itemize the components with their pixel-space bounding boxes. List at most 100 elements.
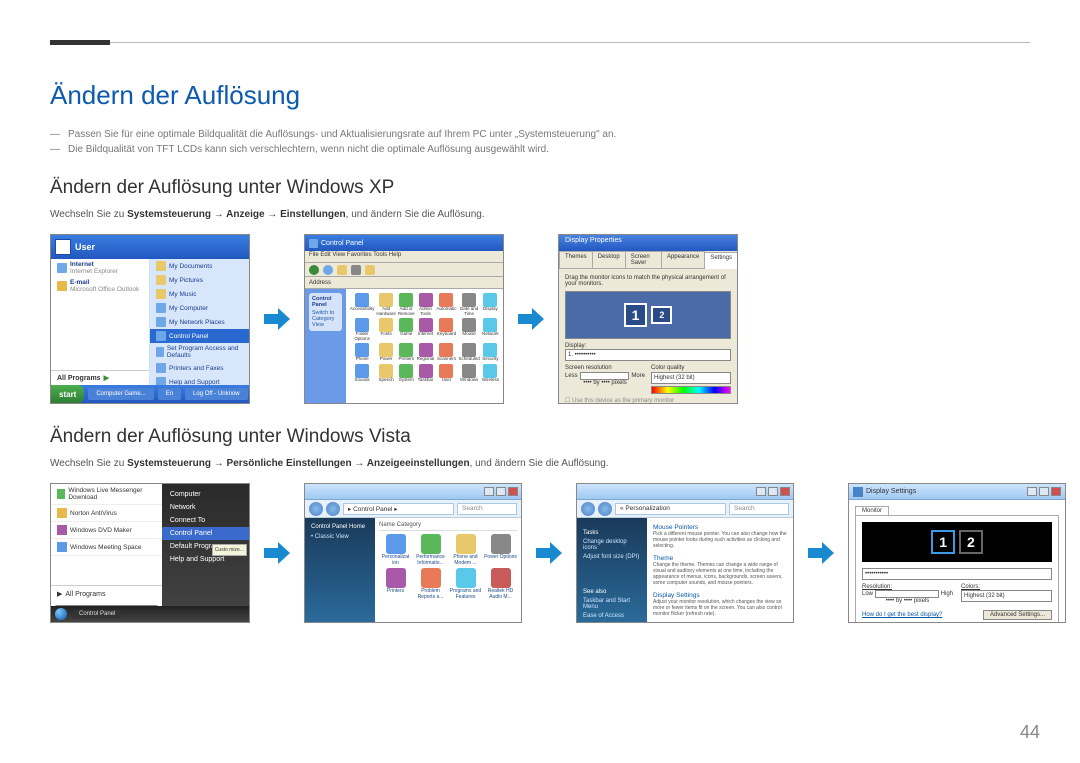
start-item[interactable]: Windows DVD Maker xyxy=(51,522,162,539)
close-button[interactable] xyxy=(1051,487,1061,496)
control-panel-item[interactable]: Add or Remove xyxy=(398,293,415,316)
all-programs[interactable]: All Programs ▶ xyxy=(51,370,149,385)
sidebar-link[interactable]: • Classic View xyxy=(311,534,369,540)
start-item[interactable]: Connect To xyxy=(162,514,249,527)
control-panel-item[interactable]: Scanners xyxy=(436,343,456,362)
advanced-button[interactable]: Advanced Settings... xyxy=(983,610,1052,620)
control-panel-item[interactable]: Scheduled xyxy=(458,343,479,362)
maximize-button[interactable] xyxy=(496,487,506,496)
start-button[interactable] xyxy=(55,608,67,620)
all-programs[interactable]: ▶All Programs xyxy=(51,585,162,602)
link-display-settings[interactable]: Display Settings xyxy=(653,592,787,599)
control-panel-item[interactable]: Windows xyxy=(458,364,479,383)
control-panel-item[interactable]: Programs and Features xyxy=(449,568,482,600)
close-button[interactable] xyxy=(508,487,518,496)
control-panel-item[interactable]: Internet xyxy=(417,318,435,341)
control-panel-item[interactable]: Realtek HD Audio M... xyxy=(484,568,517,600)
control-panel-item[interactable]: Power Options xyxy=(484,534,517,566)
control-panel-item[interactable]: Phone xyxy=(350,343,375,362)
address-bar[interactable]: Address xyxy=(305,277,503,289)
taskbar-item[interactable]: Control Panel xyxy=(73,610,121,618)
start-item-control-panel[interactable]: Control Panel xyxy=(150,329,249,343)
control-panel-item[interactable]: Power xyxy=(376,343,396,362)
display-dropdown[interactable]: 1. •••••••••• xyxy=(565,349,731,361)
maximize-button[interactable] xyxy=(768,487,778,496)
control-panel-item[interactable]: Mouse xyxy=(458,318,479,341)
sidebar-link[interactable]: Switch to Category View xyxy=(312,310,339,328)
back-button[interactable] xyxy=(581,502,595,516)
control-panel-item[interactable]: Fonts xyxy=(376,318,396,341)
breadcrumb-bar[interactable]: « Personalization xyxy=(615,503,726,515)
control-panel-item[interactable]: Regional xyxy=(417,343,435,362)
forward-button[interactable] xyxy=(323,265,333,275)
menu-bar[interactable]: File Edit View Favorites Tools Help xyxy=(305,251,503,263)
start-item[interactable]: Windows Meeting Space xyxy=(51,539,162,556)
control-panel-item[interactable]: Printers xyxy=(398,343,415,362)
control-panel-item[interactable]: Phone and Modem ... xyxy=(449,534,482,566)
control-panel-item[interactable]: User xyxy=(436,364,456,383)
tab-settings[interactable]: Settings xyxy=(704,252,738,269)
minimize-button[interactable] xyxy=(484,487,494,496)
control-panel-item[interactable]: Network xyxy=(482,318,499,341)
control-panel-item[interactable]: Add Hardware xyxy=(376,293,396,316)
taskbar-item[interactable]: En xyxy=(158,388,181,400)
control-panel-item[interactable]: Automatic xyxy=(436,293,456,316)
checkbox-primary[interactable]: ☐ Use this device as the primary monitor xyxy=(565,397,731,404)
control-panel-item[interactable]: Accessibility xyxy=(350,293,375,316)
control-panel-item[interactable]: Security xyxy=(482,343,499,362)
monitor-2[interactable]: 2 xyxy=(959,530,983,554)
control-panel-item[interactable]: Keyboard xyxy=(436,318,456,341)
tab-screensaver[interactable]: Screen Saver xyxy=(625,251,662,268)
control-panel-item[interactable]: Wireless xyxy=(482,364,499,383)
control-panel-item[interactable]: Date and Time xyxy=(458,293,479,316)
start-button[interactable]: start xyxy=(51,385,84,403)
search-button[interactable] xyxy=(351,265,361,275)
control-panel-item[interactable]: Personalizat ion xyxy=(379,534,412,566)
control-panel-item[interactable]: Printers xyxy=(379,568,412,600)
sidebar-link[interactable]: Change desktop icons xyxy=(583,539,641,551)
tab-appearance[interactable]: Appearance xyxy=(661,251,705,268)
minimize-button[interactable] xyxy=(756,487,766,496)
minimize-button[interactable] xyxy=(1027,487,1037,496)
start-item[interactable]: My Computer xyxy=(150,301,249,315)
control-panel-item[interactable]: Game xyxy=(398,318,415,341)
start-item[interactable]: Windows Live Messenger Download xyxy=(51,484,162,505)
resolution-slider[interactable] xyxy=(580,372,630,380)
start-item[interactable]: Network xyxy=(162,501,249,514)
forward-button[interactable] xyxy=(598,502,612,516)
sidebar-link[interactable]: Taskbar and Start Menu xyxy=(583,598,641,610)
search-input[interactable]: Search xyxy=(457,503,517,515)
tab-themes[interactable]: Themes xyxy=(559,251,593,268)
monitor-preview[interactable]: 1 2 xyxy=(565,291,731,339)
column-headers[interactable]: Name Category xyxy=(379,522,517,531)
breadcrumb-bar[interactable]: ▸ Control Panel ▸ xyxy=(343,503,454,515)
sidebar-link[interactable]: Ease of Access xyxy=(583,613,641,619)
start-item-internet[interactable]: InternetInternet Explorer xyxy=(51,259,149,277)
close-button[interactable] xyxy=(780,487,790,496)
tab-monitor[interactable]: Monitor xyxy=(855,506,889,515)
display-dropdown[interactable]: ••••••••••• xyxy=(862,568,1052,580)
start-item[interactable]: Printers and Faxes xyxy=(150,361,249,375)
link-mouse-pointers[interactable]: Mouse Pointers xyxy=(653,524,787,531)
control-panel-item[interactable]: Problem Reports a... xyxy=(414,568,447,600)
monitor-1[interactable]: 1 xyxy=(931,530,955,554)
start-item[interactable]: My Music xyxy=(150,287,249,301)
tab-desktop[interactable]: Desktop xyxy=(592,251,626,268)
control-panel-item[interactable]: System xyxy=(398,364,415,383)
back-button[interactable] xyxy=(309,265,319,275)
start-item[interactable]: Set Program Access and Defaults xyxy=(150,343,249,361)
sidebar-link[interactable]: Adjust font size (DPI) xyxy=(583,554,641,560)
monitor-preview[interactable]: 1 2 xyxy=(862,522,1052,562)
control-panel-item[interactable]: Admin Tools xyxy=(417,293,435,316)
folders-button[interactable] xyxy=(365,265,375,275)
maximize-button[interactable] xyxy=(1039,487,1049,496)
control-panel-item[interactable]: Performance Informatio... xyxy=(414,534,447,566)
start-item[interactable]: My Documents xyxy=(150,259,249,273)
resolution-slider[interactable] xyxy=(875,590,939,598)
control-panel-item[interactable]: Taskbar xyxy=(417,364,435,383)
search-input[interactable]: Search xyxy=(729,503,789,515)
colors-dropdown[interactable]: Highest (32 bit) xyxy=(961,590,1052,602)
start-item[interactable]: My Network Places xyxy=(150,315,249,329)
start-item-email[interactable]: E-mailMicrosoft Office Outlook xyxy=(51,277,149,295)
help-link[interactable]: How do I get the best display? xyxy=(862,612,942,618)
